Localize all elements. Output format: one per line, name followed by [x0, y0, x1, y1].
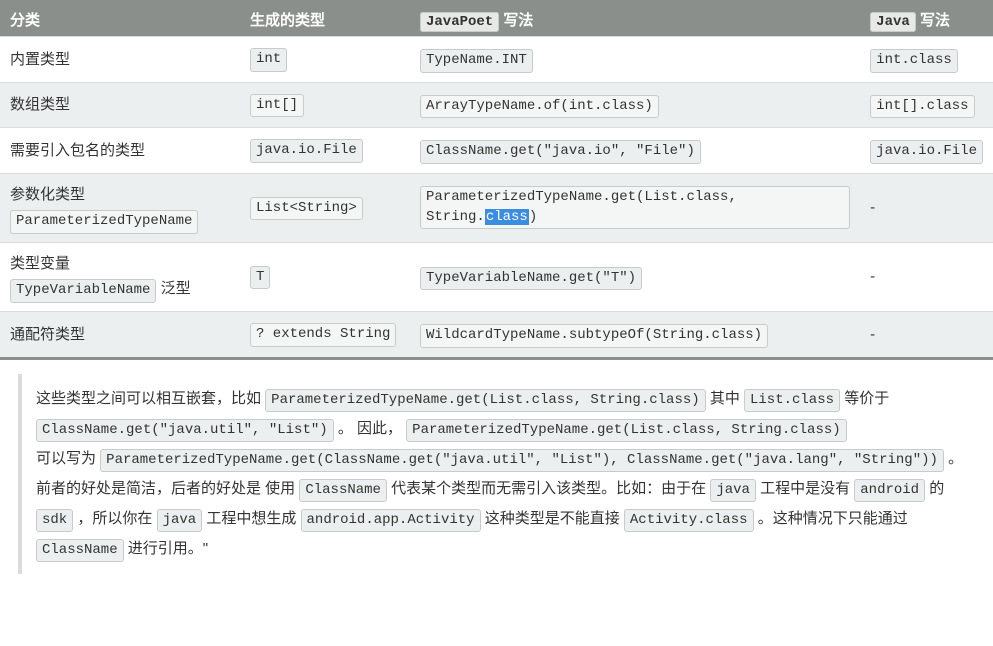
note-text: 。这种情况下只能通过 [758, 510, 908, 527]
note-code: ClassName [36, 539, 124, 563]
cell-java: - [860, 242, 993, 311]
note-text: 的 [929, 480, 944, 497]
highlighted-text: class [485, 209, 529, 225]
javapoet-code: ArrayTypeName.of(int.class) [420, 95, 659, 119]
note-code: android.app.Activity [301, 509, 481, 533]
cell-category: 参数化类型 ParameterizedTypeName [0, 173, 240, 242]
cell-javapoet: TypeName.INT [410, 37, 860, 83]
cell-java: - [860, 311, 993, 358]
cell-javapoet: WildcardTypeName.subtypeOf(String.class) [410, 311, 860, 358]
note-block: 这些类型之间可以相互嵌套，比如 ParameterizedTypeName.ge… [18, 374, 985, 574]
header-generated: 生成的类型 [240, 2, 410, 37]
header-java-suffix: 写法 [920, 12, 950, 29]
note-text: ，所以你在 [77, 510, 156, 527]
note-text: 工程中想生成 [206, 510, 300, 527]
cell-javapoet: ParameterizedTypeName.get(List.class, St… [410, 173, 860, 242]
note-text: 这些类型之间可以相互嵌套，比如 [36, 390, 265, 407]
note-code: sdk [36, 509, 73, 533]
category-text: 参数化类型 [10, 186, 85, 203]
note-code: android [854, 479, 925, 503]
cell-category: 需要引入包名的类型 [0, 128, 240, 174]
java-code: java.io.File [870, 140, 983, 164]
note-code: ParameterizedTypeName.get(List.class, St… [406, 419, 846, 443]
category-code: TypeVariableName [10, 279, 156, 303]
category-text: 需要引入包名的类型 [10, 142, 145, 159]
cell-java: int.class [860, 37, 993, 83]
note-text: 。 因此， [338, 420, 402, 437]
note-code: java [157, 509, 203, 533]
header-javapoet-suffix: 写法 [503, 12, 533, 29]
table-row: 通配符类型 ? extends String WildcardTypeName.su… [0, 311, 993, 358]
note-code: ParameterizedTypeName.get(List.class, St… [265, 389, 705, 413]
header-javapoet: JavaPoet 写法 [410, 2, 860, 37]
generated-code: List<String> [250, 197, 363, 221]
generated-code: T [250, 266, 270, 290]
cell-java: java.io.File [860, 128, 993, 174]
table-row: 数组类型 int[] ArrayTypeName.of(int.class) int[… [0, 82, 993, 128]
cell-generated: int [240, 37, 410, 83]
table-row: 类型变量 TypeVariableName 泛型 T TypeVariableName… [0, 242, 993, 311]
cell-javapoet: ArrayTypeName.of(int.class) [410, 82, 860, 128]
cell-category: 类型变量 TypeVariableName 泛型 [0, 242, 240, 311]
header-java: Java 写法 [860, 2, 993, 37]
note-text: 进行引用。" [128, 540, 208, 557]
javapoet-code: ParameterizedTypeName.get(List.class, St… [420, 186, 850, 229]
category-text: 类型变量 [10, 255, 70, 272]
header-javapoet-code: JavaPoet [420, 12, 499, 32]
header-category: 分类 [0, 2, 240, 37]
cell-generated: List<String> [240, 173, 410, 242]
category-suffix: 泛型 [156, 280, 190, 297]
cell-generated: int[] [240, 82, 410, 128]
table-header-row: 分类 生成的类型 JavaPoet 写法 Java 写法 [0, 2, 993, 37]
category-code: ParameterizedTypeName [10, 210, 198, 234]
types-table: 分类 生成的类型 JavaPoet 写法 Java 写法 内置类型 int Type… [0, 0, 993, 360]
category-text: 数组类型 [10, 96, 70, 113]
header-java-code: Java [870, 12, 916, 32]
category-text: 通配符类型 [10, 326, 85, 343]
note-text: 可以写为 [36, 450, 100, 467]
generated-code: java.io.File [250, 139, 363, 163]
cell-category: 通配符类型 [0, 311, 240, 358]
javapoet-code: WildcardTypeName.subtypeOf(String.class) [420, 324, 768, 348]
cell-java: int[].class [860, 82, 993, 128]
note-code: ClassName [299, 479, 387, 503]
generated-code: int[] [250, 94, 304, 118]
table-row: 参数化类型 ParameterizedTypeName List<String> Pa… [0, 173, 993, 242]
cell-category: 数组类型 [0, 82, 240, 128]
javapoet-code: ClassName.get("java.io", "File") [420, 140, 701, 164]
javapoet-code: TypeVariableName.get("T") [420, 267, 642, 291]
cell-javapoet: TypeVariableName.get("T") [410, 242, 860, 311]
table-row: 内置类型 int TypeName.INT int.class [0, 37, 993, 83]
javapoet-code: TypeName.INT [420, 49, 533, 73]
note-text: 其中 [710, 390, 744, 407]
note-code: ClassName.get("java.util", "List") [36, 419, 334, 443]
cell-generated: T [240, 242, 410, 311]
cell-java: - [860, 173, 993, 242]
cell-javapoet: ClassName.get("java.io", "File") [410, 128, 860, 174]
generated-code: int [250, 48, 287, 72]
table-row: 需要引入包名的类型 java.io.File ClassName.get("java… [0, 128, 993, 174]
note-code: ParameterizedTypeName.get(ClassName.get(… [100, 449, 944, 473]
cell-category: 内置类型 [0, 37, 240, 83]
note-code: java [710, 479, 756, 503]
note-code: List.class [744, 389, 840, 413]
generated-code: ? extends String [250, 323, 396, 347]
note-text: 代表某个类型而无需引入该类型。比如：由于在 [391, 480, 710, 497]
note-text: 工程中是没有 [760, 480, 854, 497]
category-text: 内置类型 [10, 51, 70, 68]
cell-generated: java.io.File [240, 128, 410, 174]
java-code: int[].class [870, 95, 974, 119]
note-text: 这种类型是不能直接 [485, 510, 624, 527]
note-code: Activity.class [624, 509, 754, 533]
cell-generated: ? extends String [240, 311, 410, 358]
note-text: 等价于 [844, 390, 889, 407]
java-code: int.class [870, 49, 958, 73]
